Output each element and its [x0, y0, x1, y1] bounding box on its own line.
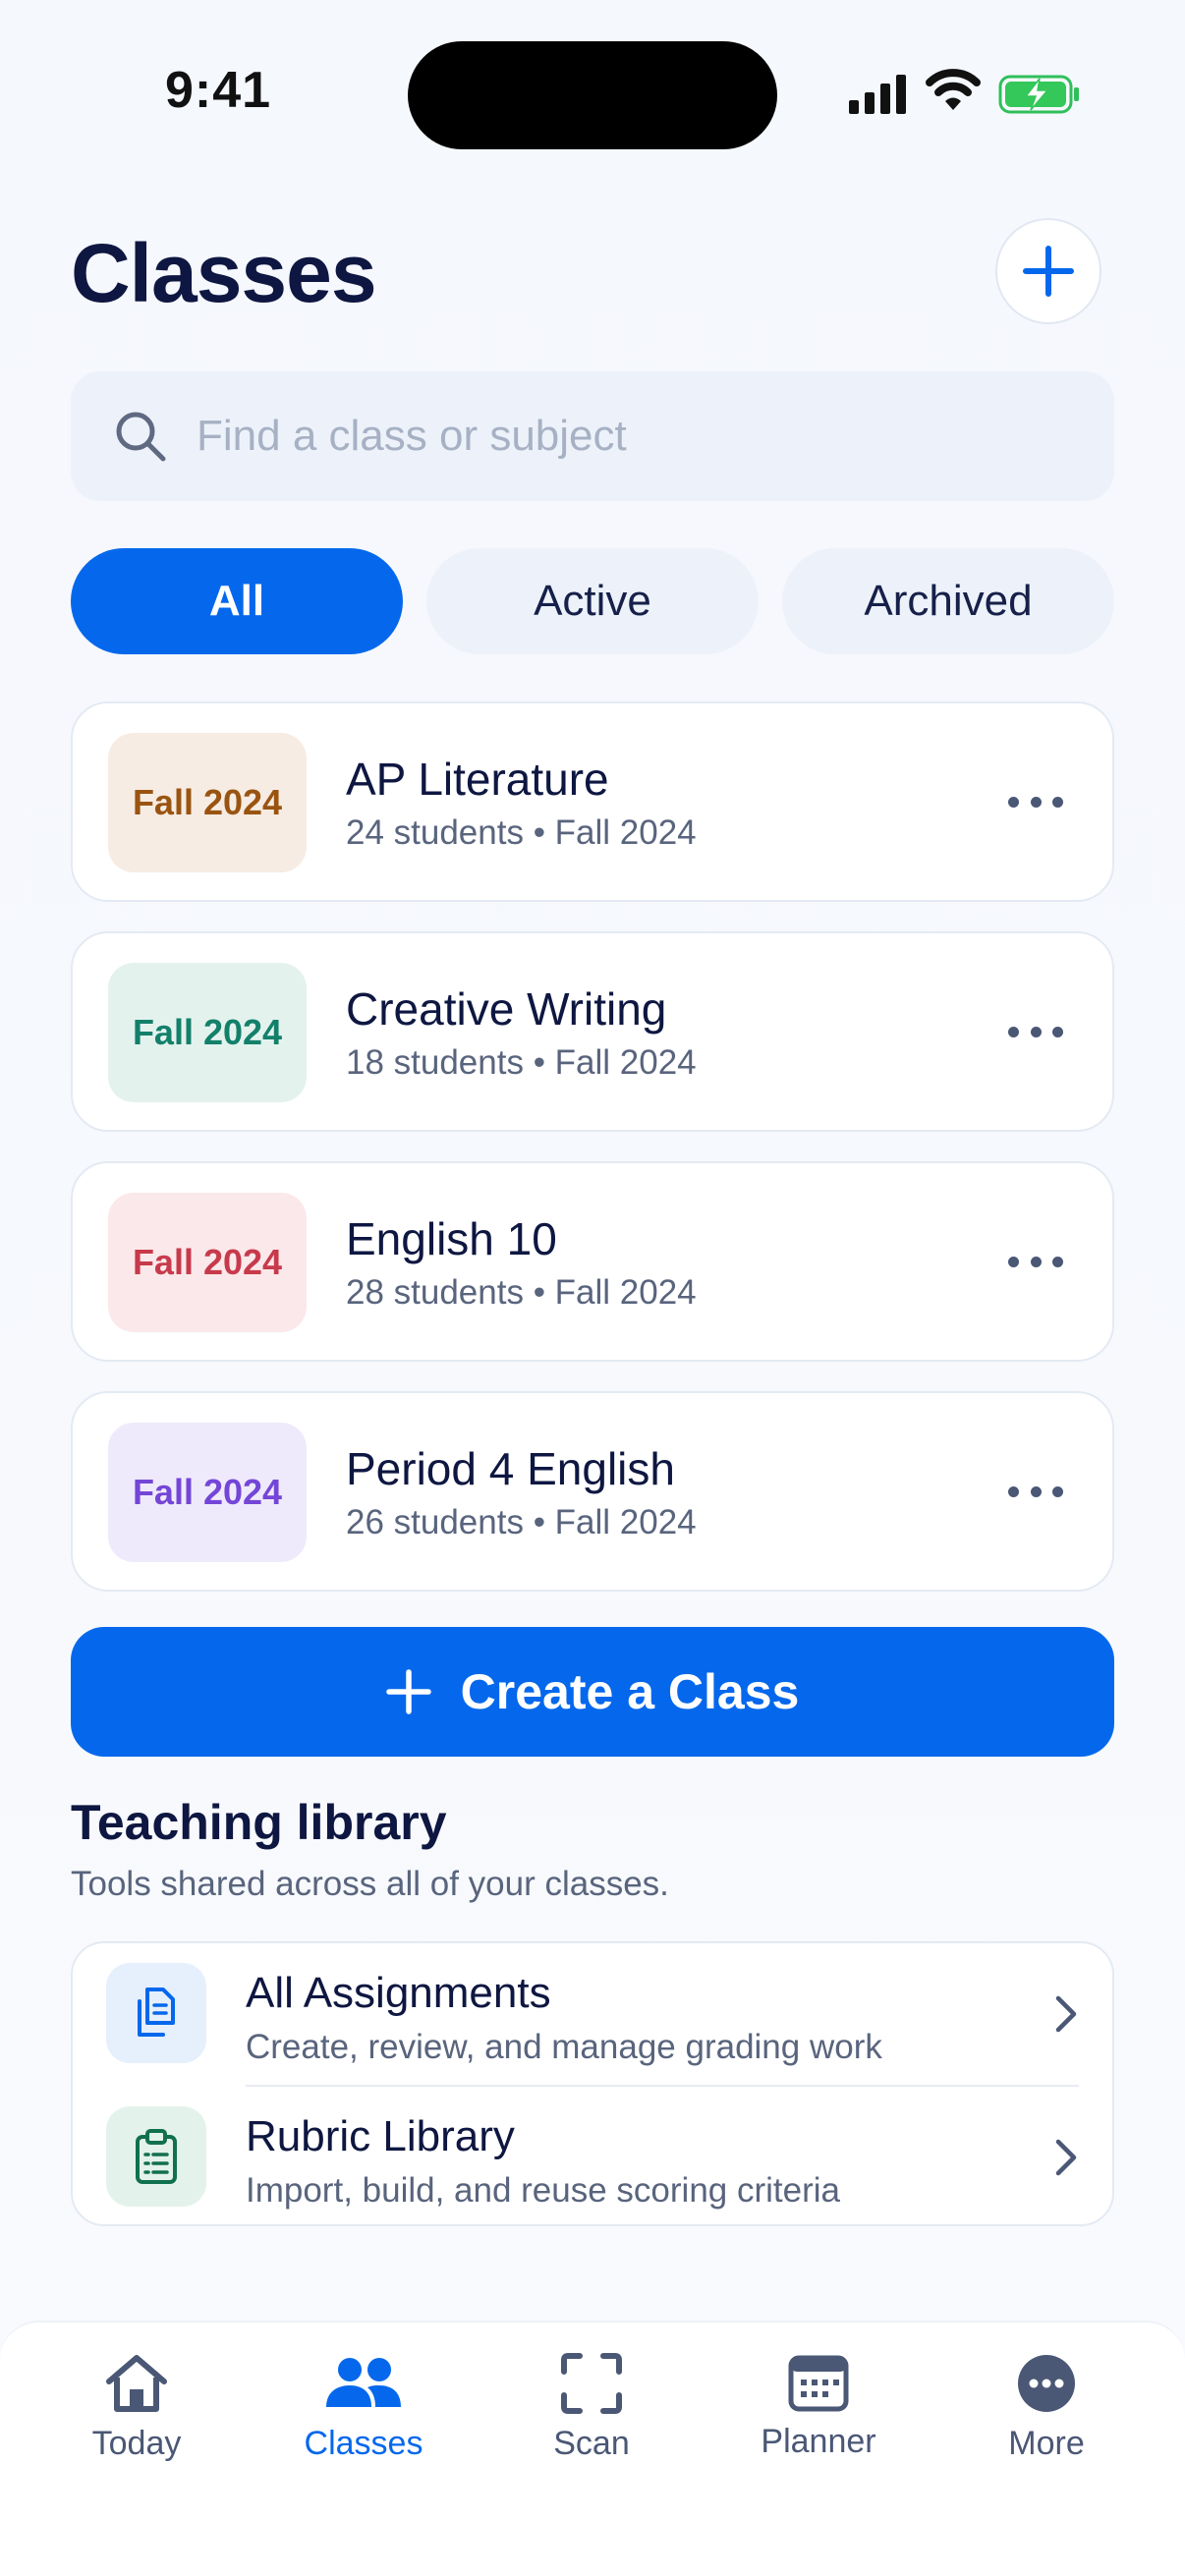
library-item-all-assignments[interactable]: All Assignments Create, review, and mana… — [73, 1943, 1112, 2087]
term-badge: Fall 2024 — [108, 733, 307, 872]
documents-icon — [106, 1963, 206, 2063]
search-bar[interactable] — [71, 371, 1114, 501]
scan-icon — [561, 2353, 622, 2414]
status-time: 9:41 — [165, 62, 272, 119]
cellular-signal-icon — [849, 75, 906, 114]
class-meta: 26 students • Fall 2024 — [346, 1503, 697, 1541]
class-name: Period 4 English — [346, 1443, 675, 1494]
section-title: Teaching library — [71, 1795, 447, 1850]
class-meta: 28 students • Fall 2024 — [346, 1273, 697, 1312]
tab-planner[interactable]: Planner — [720, 2352, 917, 2490]
class-name: English 10 — [346, 1213, 557, 1264]
class-card[interactable]: Fall 2024 Creative Writing 18 students •… — [71, 931, 1114, 1132]
bottom-tab-bar: Today Classes Scan Planner More — [0, 2321, 1185, 2576]
wifi-icon — [926, 69, 981, 110]
filter-tab-all[interactable]: All — [71, 548, 403, 654]
tab-label: More — [1008, 2425, 1085, 2462]
tab-label: Planner — [761, 2423, 876, 2460]
chevron-right-icon — [1055, 1995, 1077, 2033]
tab-label: Classes — [304, 2425, 423, 2462]
more-options-icon[interactable] — [1008, 1012, 1063, 1051]
more-options-icon[interactable] — [1008, 782, 1063, 821]
tab-classes[interactable]: Classes — [265, 2352, 462, 2490]
library-item-name: All Assignments — [246, 1969, 551, 2017]
more-icon — [1018, 2355, 1075, 2412]
calendar-icon — [788, 2355, 849, 2412]
dynamic-island — [408, 41, 777, 149]
add-class-button[interactable] — [995, 218, 1101, 324]
more-options-icon[interactable] — [1008, 1472, 1063, 1511]
filter-tab-active[interactable]: Active — [426, 548, 759, 654]
create-class-label: Create a Class — [460, 1664, 800, 1719]
chevron-right-icon — [1055, 2139, 1077, 2176]
plus-icon — [385, 1669, 431, 1714]
class-name: AP Literature — [346, 754, 609, 805]
class-card[interactable]: Fall 2024 Period 4 English 26 students •… — [71, 1391, 1114, 1592]
term-badge: Fall 2024 — [108, 1423, 307, 1562]
library-item-name: Rubric Library — [246, 2112, 515, 2160]
page-title: Classes — [71, 227, 377, 319]
library-item-desc: Create, review, and manage grading work — [246, 2028, 882, 2066]
library-item-rubric-library[interactable]: Rubric Library Import, build, and reuse … — [73, 2087, 1112, 2228]
filter-tab-archived[interactable]: Archived — [782, 548, 1114, 654]
class-card[interactable]: Fall 2024 AP Literature 24 students • Fa… — [71, 701, 1114, 902]
tab-scan[interactable]: Scan — [493, 2352, 690, 2490]
more-options-icon[interactable] — [1008, 1242, 1063, 1281]
class-name: Creative Writing — [346, 983, 667, 1035]
tab-more[interactable]: More — [948, 2352, 1145, 2490]
plus-icon — [1023, 246, 1074, 297]
class-meta: 24 students • Fall 2024 — [346, 813, 697, 852]
term-badge: Fall 2024 — [108, 963, 307, 1102]
library-item-desc: Import, build, and reuse scoring criteri… — [246, 2171, 840, 2210]
search-input[interactable] — [195, 411, 1044, 462]
tab-today[interactable]: Today — [38, 2352, 235, 2490]
search-icon — [116, 412, 166, 462]
clipboard-icon — [106, 2106, 206, 2207]
class-meta: 18 students • Fall 2024 — [346, 1043, 697, 1082]
battery-charging-icon — [998, 75, 1079, 114]
library-list: All Assignments Create, review, and mana… — [71, 1941, 1114, 2226]
class-card[interactable]: Fall 2024 English 10 28 students • Fall … — [71, 1161, 1114, 1362]
create-class-button[interactable]: Create a Class — [71, 1627, 1114, 1757]
tab-label: Scan — [553, 2425, 630, 2462]
people-icon — [326, 2358, 401, 2407]
tab-label: Today — [91, 2425, 182, 2462]
section-subtitle: Tools shared across all of your classes. — [71, 1865, 669, 1903]
home-icon — [106, 2355, 167, 2412]
term-badge: Fall 2024 — [108, 1193, 307, 1332]
